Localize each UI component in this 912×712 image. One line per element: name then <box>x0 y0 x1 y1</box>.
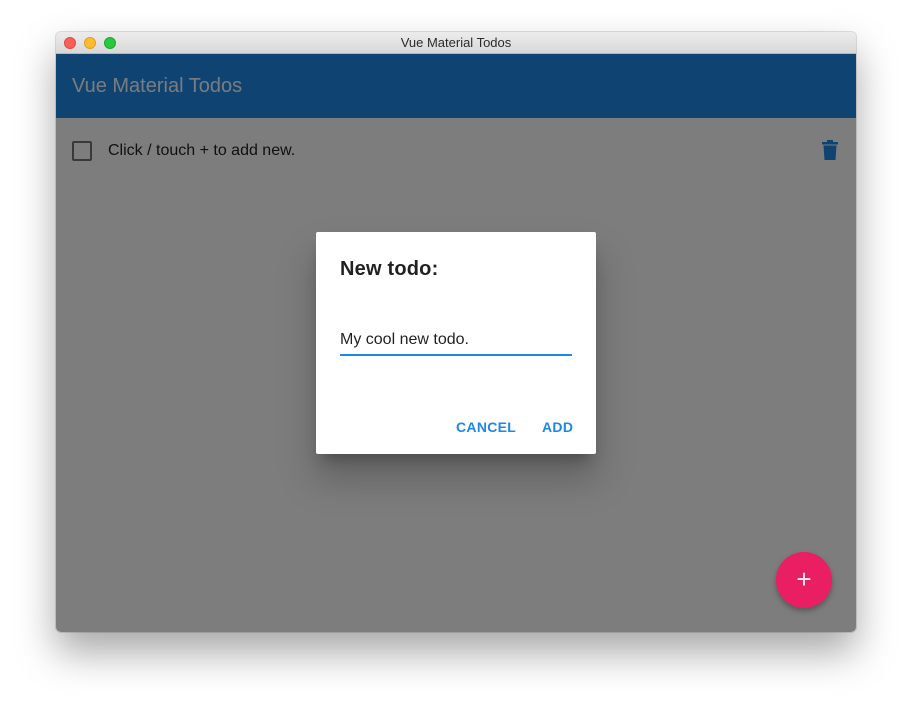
dialog-title: New todo: <box>340 258 439 280</box>
app-content: Vue Material Todos Click / touch + to ad… <box>56 54 856 632</box>
new-todo-dialog: New todo: CANCEL ADD <box>316 232 596 454</box>
cancel-button[interactable]: CANCEL <box>448 414 524 440</box>
todo-input[interactable] <box>340 326 572 356</box>
window-title: Vue Material Todos <box>400 35 512 50</box>
add-todo-fab[interactable]: + <box>776 552 832 608</box>
add-button[interactable]: ADD <box>534 414 581 440</box>
plus-icon: + <box>796 564 812 594</box>
app-window: Vue Material Todos Vue Material Todos Cl… <box>56 32 856 632</box>
window-titlebar[interactable]: Vue Material Todos <box>56 32 856 54</box>
